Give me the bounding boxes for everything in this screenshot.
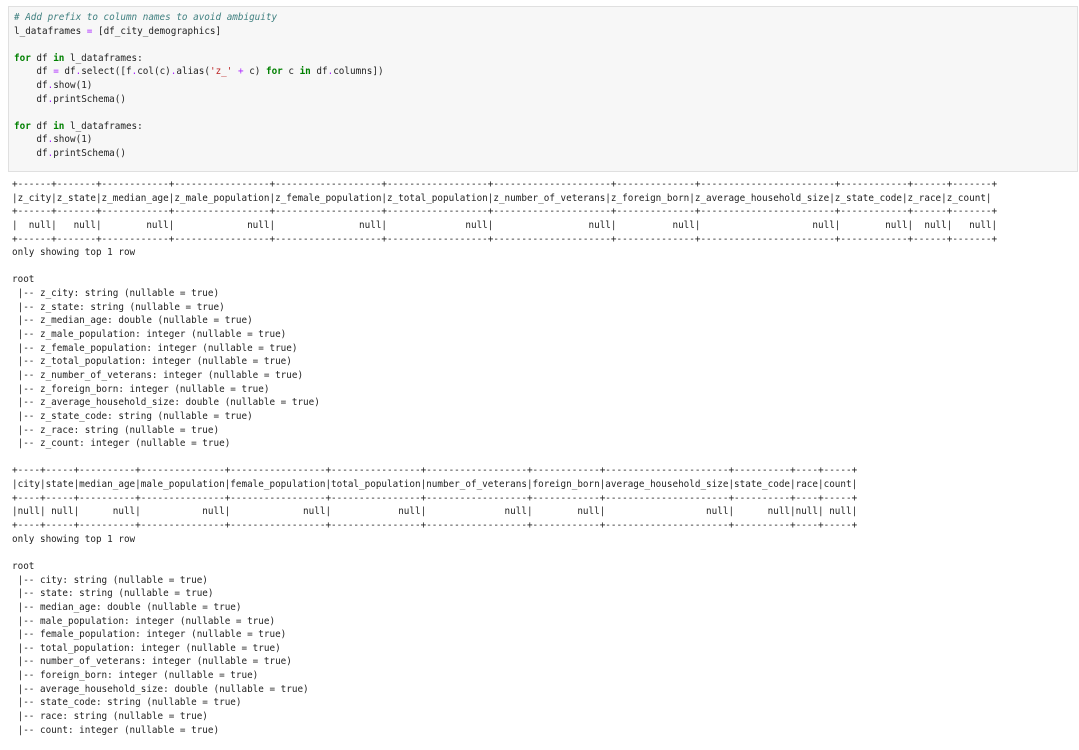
- code-token: df: [58, 66, 76, 78]
- code-line: df.printSchema(): [14, 147, 1077, 161]
- schema-field: |-- z_median_age: double (nullable = tru…: [12, 315, 253, 327]
- output-table-row: |null| null| null| null| null| null| nul…: [12, 506, 858, 518]
- schema-field: |-- z_average_household_size: double (nu…: [12, 397, 320, 409]
- code-token: printSchema(): [53, 93, 126, 105]
- code-token: 'z_': [209, 66, 233, 78]
- code-token: c): [243, 66, 266, 78]
- code-token: printSchema(): [53, 147, 126, 159]
- code-line: # Add prefix to column names to avoid am…: [14, 11, 1077, 25]
- schema-field: |-- city: string (nullable = true): [12, 574, 208, 586]
- code-token: df: [14, 79, 48, 91]
- code-line: df.show(1): [14, 79, 1077, 93]
- code-line: df.printSchema(): [14, 93, 1077, 107]
- schema-field: |-- average_household_size: double (null…: [12, 683, 309, 695]
- schema-field: |-- total_population: integer (nullable …: [12, 642, 281, 654]
- code-token: alias(: [176, 66, 210, 78]
- output-table-border: +------+-------+------------+-----------…: [12, 179, 998, 190]
- output-table-border: +----+-----+----------+---------------+-…: [12, 492, 858, 504]
- code-token: for: [14, 120, 31, 132]
- code-token: df: [30, 120, 54, 132]
- output-table-header: |z_city|z_state|z_median_age|z_male_popu…: [12, 192, 992, 204]
- schema-field: |-- number_of_veterans: integer (nullabl…: [12, 656, 292, 668]
- schema-field: |-- z_male_population: integer (nullable…: [12, 329, 287, 341]
- output-table-border: +----+-----+----------+---------------+-…: [12, 520, 858, 532]
- code-token: df: [310, 66, 328, 78]
- output-line: only showing top 1 row: [12, 247, 136, 259]
- code-token: df: [30, 52, 54, 64]
- output-table-row: | null| null| null| null| null| null| nu…: [12, 219, 998, 231]
- schema-field: |-- state: string (nullable = true): [12, 588, 214, 600]
- schema-field: |-- z_state: string (nullable = true): [12, 301, 225, 313]
- schema-field: |-- male_population: integer (nullable =…: [12, 615, 276, 627]
- output-text: +------+-------+------------+-----------…: [12, 178, 1072, 737]
- code-token: l_dataframes:: [64, 52, 143, 64]
- code-token: [df_city_demographics]: [92, 25, 222, 37]
- code-cell-output: +------+-------+------------+-----------…: [12, 178, 1072, 737]
- schema-field: |-- race: string (nullable = true): [12, 710, 208, 722]
- output-table-header: |city|state|median_age|male_population|f…: [12, 479, 858, 491]
- code-token: show(1): [53, 79, 93, 91]
- code-token: # Add prefix to column names to avoid am…: [14, 12, 278, 23]
- schema-field: |-- median_age: double (nullable = true): [12, 601, 242, 613]
- code-line: l_dataframes = [df_city_demographics]: [14, 25, 1077, 39]
- code-token: in: [53, 120, 65, 132]
- output-line: only showing top 1 row: [12, 533, 136, 545]
- code-token: select([f: [81, 66, 132, 78]
- code-token: show(1): [53, 134, 93, 146]
- output-table-border: +------+-------+------------+-----------…: [12, 233, 998, 245]
- code-token: columns]): [333, 66, 384, 78]
- code-token: in: [53, 52, 65, 64]
- schema-field: |-- z_total_population: integer (nullabl…: [12, 356, 292, 368]
- schema-field: |-- z_number_of_veterans: integer (nulla…: [12, 369, 304, 381]
- code-token: l_dataframes: [14, 25, 87, 37]
- code-line: for df in l_dataframes:: [14, 52, 1077, 66]
- code-line: for df in l_dataframes:: [14, 120, 1077, 134]
- code-token: for: [14, 52, 31, 64]
- code-token: df: [14, 66, 54, 78]
- schema-root: root: [12, 274, 35, 286]
- code-token: c: [282, 66, 300, 78]
- schema-root: root: [12, 560, 35, 572]
- code-token: col(c): [137, 66, 171, 78]
- schema-field: |-- z_race: string (nullable = true): [12, 424, 220, 436]
- schema-field: |-- female_population: integer (nullable…: [12, 629, 287, 641]
- schema-field: |-- count: integer (nullable = true): [12, 724, 220, 736]
- schema-field: |-- state_code: string (nullable = true): [12, 697, 242, 709]
- code-editor[interactable]: # Add prefix to column names to avoid am…: [14, 11, 1077, 161]
- code-token: l_dataframes:: [64, 120, 143, 132]
- output-table-border: +------+-------+------------+-----------…: [12, 206, 998, 218]
- code-line: df.show(1): [14, 133, 1077, 147]
- code-token: for: [265, 66, 283, 78]
- code-token: df: [14, 134, 48, 146]
- code-token: df: [14, 93, 48, 105]
- code-token: in: [299, 66, 311, 78]
- schema-field: |-- z_female_population: integer (nullab…: [12, 342, 298, 354]
- schema-field: |-- z_city: string (nullable = true): [12, 288, 220, 300]
- code-cell-input[interactable]: # Add prefix to column names to avoid am…: [8, 6, 1078, 172]
- schema-field: |-- z_count: integer (nullable = true): [12, 438, 231, 450]
- code-token: df: [14, 147, 48, 159]
- schema-field: |-- z_state_code: string (nullable = tru…: [12, 410, 253, 422]
- schema-field: |-- z_foreign_born: integer (nullable = …: [12, 383, 270, 395]
- schema-field: |-- foreign_born: integer (nullable = tr…: [12, 670, 259, 682]
- output-table-border: +----+-----+----------+---------------+-…: [12, 465, 858, 477]
- code-line: df = df.select([f.col(c).alias('z_' + c)…: [14, 65, 1077, 79]
